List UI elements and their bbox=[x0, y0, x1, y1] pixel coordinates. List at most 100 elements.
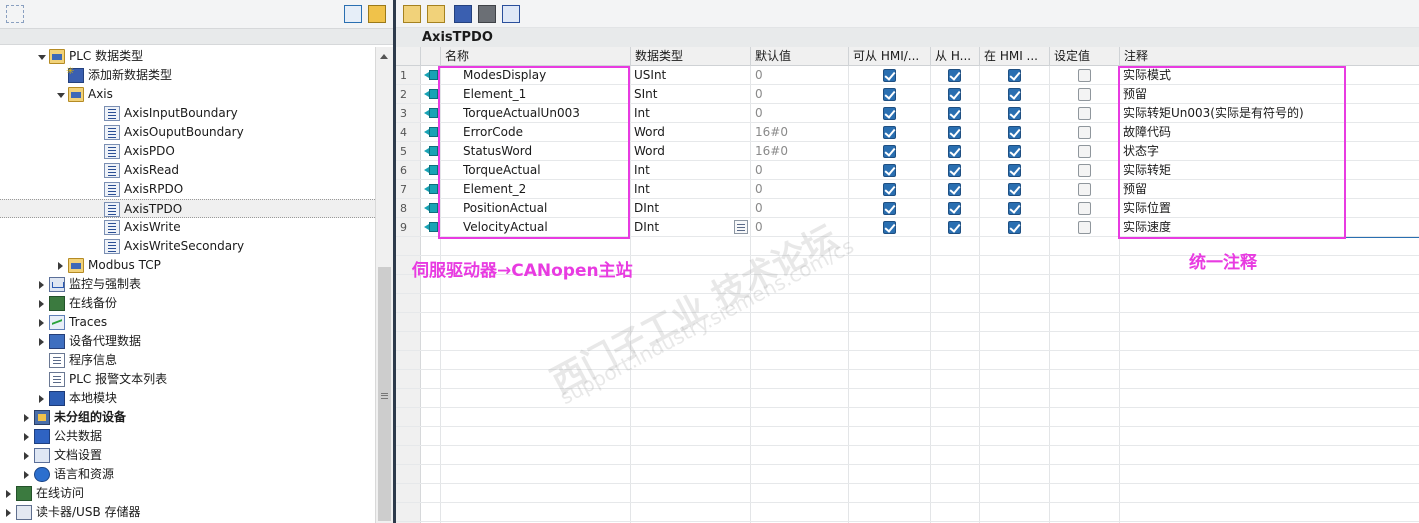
expand-arrow-icon[interactable] bbox=[4, 503, 14, 522]
hmi-visible-checkbox[interactable] bbox=[948, 221, 961, 234]
tree-item[interactable]: 程序信息 bbox=[0, 351, 375, 370]
variable-default[interactable]: 0 bbox=[755, 66, 845, 85]
tree-item[interactable]: PLC 报警文本列表 bbox=[0, 370, 375, 389]
hmi-visible-checkbox[interactable] bbox=[948, 126, 961, 139]
expand-arrow-icon[interactable] bbox=[37, 294, 47, 313]
hmi-access-checkbox[interactable] bbox=[883, 164, 896, 177]
datatype-picker-icon[interactable] bbox=[734, 220, 748, 234]
setpoint-checkbox[interactable] bbox=[1078, 221, 1091, 234]
hmi-writable-checkbox[interactable] bbox=[1008, 107, 1021, 120]
variable-datatype[interactable]: DInt bbox=[634, 218, 744, 237]
hmi-writable-checkbox[interactable] bbox=[1008, 145, 1021, 158]
hmi-access-checkbox[interactable] bbox=[883, 145, 896, 158]
setpoint-checkbox[interactable] bbox=[1078, 202, 1091, 215]
tree-item[interactable]: AxisTPDO bbox=[0, 199, 375, 218]
setpoint-checkbox[interactable] bbox=[1078, 145, 1091, 158]
header-setpoint[interactable]: 设定值 bbox=[1050, 47, 1120, 66]
tree-item[interactable]: 添加新数据类型 bbox=[0, 62, 375, 85]
expand-arrow-icon[interactable] bbox=[37, 332, 47, 351]
insert-row-icon[interactable] bbox=[403, 5, 421, 23]
tree-item[interactable]: 文档设置 bbox=[0, 446, 375, 465]
hmi-writable-checkbox[interactable] bbox=[1008, 69, 1021, 82]
setpoint-checkbox[interactable] bbox=[1078, 126, 1091, 139]
variable-default[interactable]: 0 bbox=[755, 85, 845, 104]
variable-default[interactable]: 0 bbox=[755, 180, 845, 199]
tree-item[interactable]: 设备代理数据 bbox=[0, 332, 375, 351]
expand-arrow-icon[interactable] bbox=[22, 446, 32, 465]
list-view-icon[interactable] bbox=[344, 5, 362, 23]
tree-scrollbar[interactable] bbox=[375, 47, 393, 523]
collapse-arrow-icon[interactable] bbox=[56, 85, 66, 104]
variable-datatype[interactable]: Int bbox=[634, 180, 744, 199]
tree-item[interactable]: 在线备份 bbox=[0, 294, 375, 313]
hmi-access-checkbox[interactable] bbox=[883, 183, 896, 196]
hmi-writable-checkbox[interactable] bbox=[1008, 164, 1021, 177]
expand-arrow-icon[interactable] bbox=[22, 465, 32, 484]
header-hmi-access[interactable]: 可从 HMI/... bbox=[849, 47, 931, 66]
add-row-icon[interactable] bbox=[427, 5, 445, 23]
hmi-writable-checkbox[interactable] bbox=[1008, 221, 1021, 234]
setpoint-checkbox[interactable] bbox=[1078, 88, 1091, 101]
header-name[interactable]: 名称 bbox=[441, 47, 631, 66]
variable-default[interactable]: 16#0 bbox=[755, 142, 845, 161]
expand-arrow-icon[interactable] bbox=[56, 256, 66, 275]
variable-default[interactable]: 0 bbox=[755, 199, 845, 218]
header-default[interactable]: 默认值 bbox=[751, 47, 849, 66]
tree-item[interactable]: PLC 数据类型 bbox=[0, 47, 375, 66]
expand-arrow-icon[interactable] bbox=[4, 484, 14, 503]
tree-item[interactable]: AxisOuputBoundary bbox=[0, 123, 375, 142]
hmi-access-checkbox[interactable] bbox=[883, 88, 896, 101]
variable-datatype[interactable]: Int bbox=[634, 161, 744, 180]
setpoint-checkbox[interactable] bbox=[1078, 107, 1091, 120]
expand-arrow-icon[interactable] bbox=[22, 408, 32, 427]
variable-default[interactable]: 0 bbox=[755, 161, 845, 180]
tree-item[interactable]: AxisPDO bbox=[0, 142, 375, 161]
hmi-visible-checkbox[interactable] bbox=[948, 202, 961, 215]
hmi-visible-checkbox[interactable] bbox=[948, 88, 961, 101]
tree-item[interactable]: 在线访问 bbox=[0, 484, 375, 503]
tree-item[interactable]: AxisInputBoundary bbox=[0, 104, 375, 123]
tree-item[interactable]: AxisRead bbox=[0, 161, 375, 180]
setpoint-checkbox[interactable] bbox=[1078, 69, 1091, 82]
expand-all-icon[interactable] bbox=[454, 5, 472, 23]
variable-default[interactable]: 16#0 bbox=[755, 123, 845, 142]
hmi-visible-checkbox[interactable] bbox=[948, 69, 961, 82]
setpoint-checkbox[interactable] bbox=[1078, 164, 1091, 177]
header-comment[interactable]: 注释 bbox=[1120, 47, 1419, 66]
tree-item[interactable]: Axis bbox=[0, 85, 375, 104]
hmi-visible-checkbox[interactable] bbox=[948, 183, 961, 196]
header-hmi-writable[interactable]: 在 HMI ... bbox=[980, 47, 1050, 66]
list-icon[interactable] bbox=[502, 5, 520, 23]
tree-item[interactable]: 公共数据 bbox=[0, 427, 375, 446]
hmi-writable-checkbox[interactable] bbox=[1008, 183, 1021, 196]
expand-arrow-icon[interactable] bbox=[22, 427, 32, 446]
hmi-access-checkbox[interactable] bbox=[883, 107, 896, 120]
variable-datatype[interactable]: SInt bbox=[634, 85, 744, 104]
tree-item[interactable]: 语言和资源 bbox=[0, 465, 375, 484]
tree-item[interactable]: 读卡器/USB 存储器 bbox=[0, 503, 375, 522]
variable-datatype[interactable]: Word bbox=[634, 142, 744, 161]
hmi-access-checkbox[interactable] bbox=[883, 126, 896, 139]
header-datatype[interactable]: 数据类型 bbox=[631, 47, 751, 66]
tree-item[interactable]: AxisWrite bbox=[0, 218, 375, 237]
hmi-access-checkbox[interactable] bbox=[883, 202, 896, 215]
hmi-writable-checkbox[interactable] bbox=[1008, 202, 1021, 215]
tree-item[interactable]: AxisRPDO bbox=[0, 180, 375, 199]
variable-datatype[interactable]: Word bbox=[634, 123, 744, 142]
setpoint-checkbox[interactable] bbox=[1078, 183, 1091, 196]
tree-item[interactable]: 本地模块 bbox=[0, 389, 375, 408]
tree-item[interactable]: AxisWriteSecondary bbox=[0, 237, 375, 256]
scroll-thumb[interactable] bbox=[378, 267, 391, 521]
variable-datatype[interactable]: Int bbox=[634, 104, 744, 123]
variable-default[interactable]: 0 bbox=[755, 104, 845, 123]
expand-arrow-icon[interactable] bbox=[37, 313, 47, 332]
hmi-visible-checkbox[interactable] bbox=[948, 107, 961, 120]
collapse-all-icon[interactable] bbox=[478, 5, 496, 23]
new-item-icon[interactable] bbox=[6, 5, 24, 23]
tree-item[interactable]: 监控与强制表 bbox=[0, 275, 375, 294]
variable-datatype[interactable]: USInt bbox=[634, 66, 744, 85]
hmi-access-checkbox[interactable] bbox=[883, 69, 896, 82]
variable-datatype[interactable]: DInt bbox=[634, 199, 744, 218]
scroll-up-arrow-icon[interactable] bbox=[377, 49, 392, 64]
expand-arrow-icon[interactable] bbox=[37, 389, 47, 408]
